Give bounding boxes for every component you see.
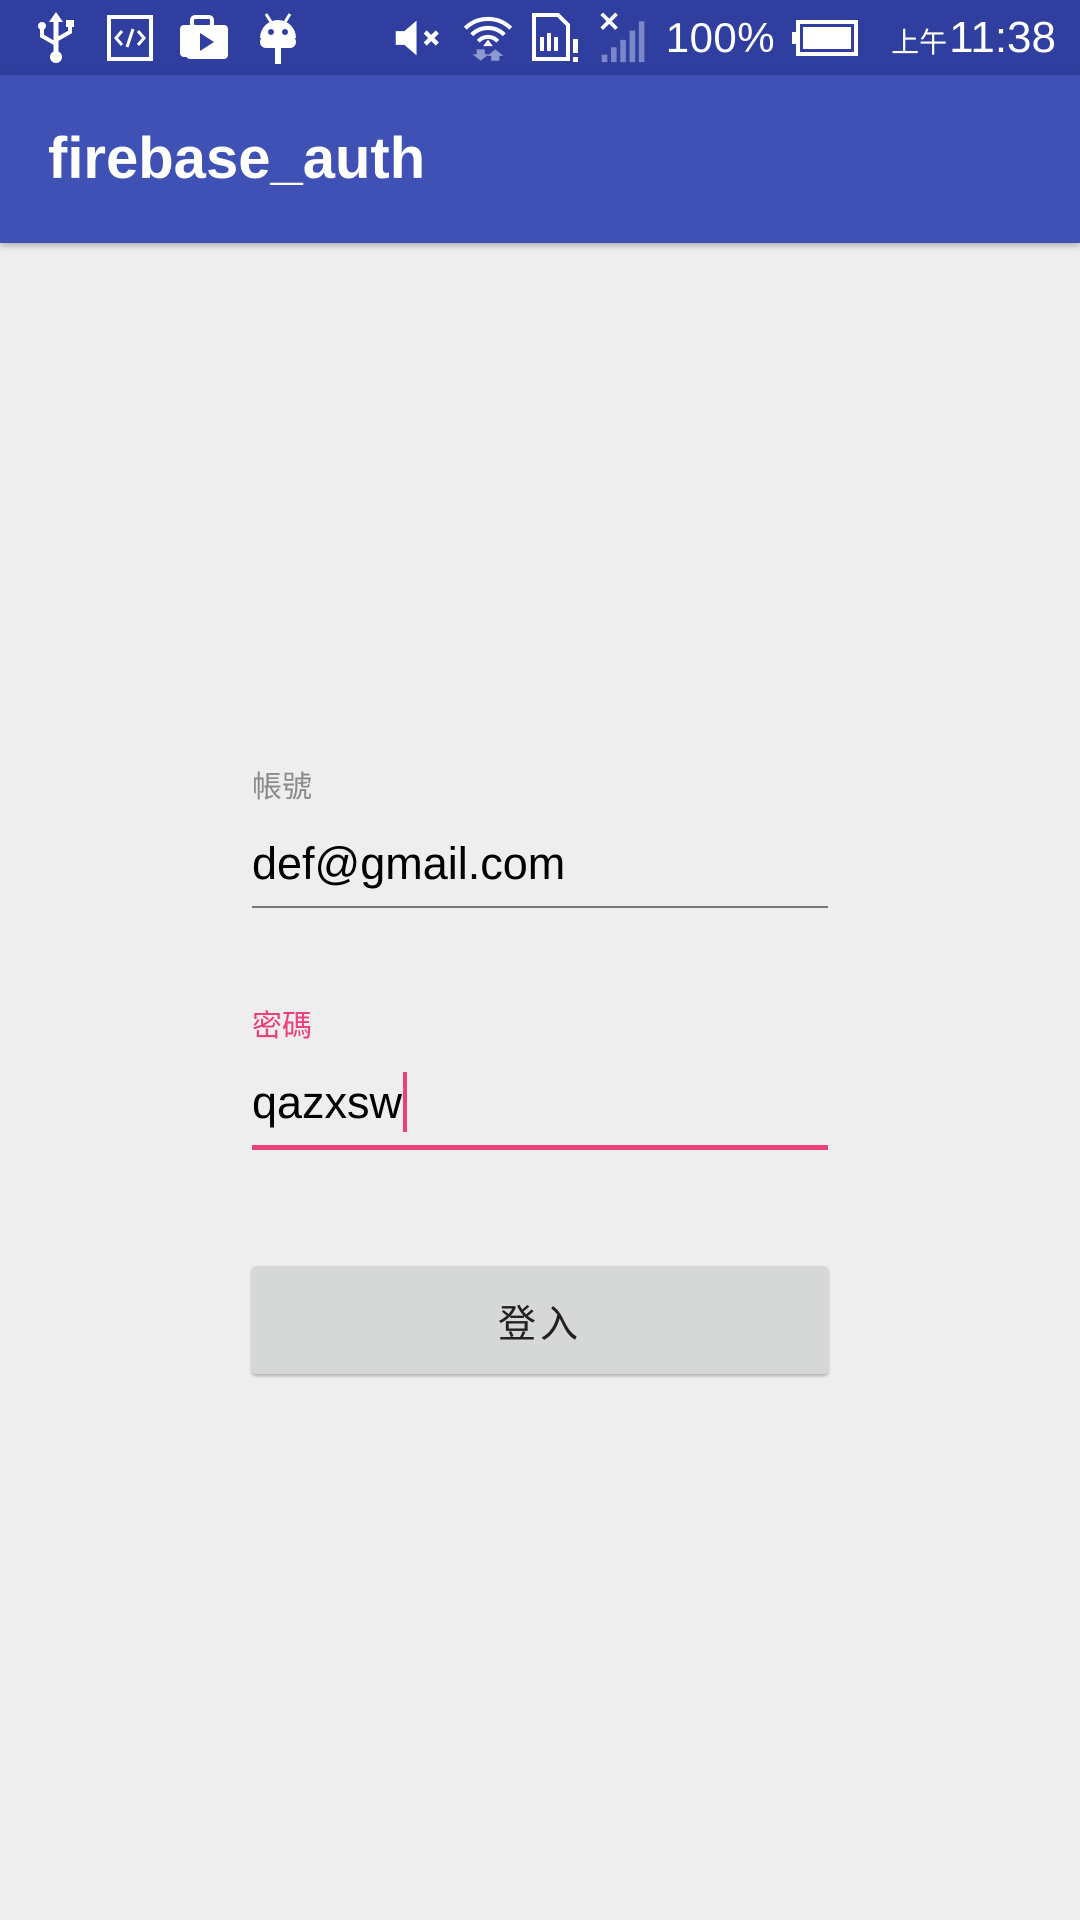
password-input[interactable]: qazxsw bbox=[252, 1071, 828, 1135]
android-icon bbox=[252, 12, 304, 64]
clock-ampm: 上午 bbox=[891, 27, 948, 58]
text-cursor bbox=[403, 1072, 408, 1133]
clock: 上午 11:38 bbox=[891, 13, 1056, 63]
play-store-icon bbox=[178, 12, 230, 64]
password-underline bbox=[252, 1145, 828, 1150]
mute-icon bbox=[394, 12, 446, 64]
wifi-icon bbox=[462, 12, 514, 64]
password-label: 密碼 bbox=[252, 1010, 312, 1043]
battery-icon bbox=[791, 12, 859, 64]
account-input[interactable]: def@gmail.com bbox=[252, 832, 828, 896]
no-signal-icon bbox=[598, 12, 650, 64]
account-field[interactable]: 帳號 def@gmail.com bbox=[252, 768, 828, 908]
account-underline bbox=[252, 906, 828, 908]
code-icon bbox=[104, 12, 156, 64]
sim-alert-icon bbox=[530, 12, 582, 64]
password-field[interactable]: 密碼 qazxsw bbox=[252, 1007, 828, 1150]
status-bar: 100% 上午 11:38 bbox=[0, 0, 1080, 75]
login-button[interactable]: 登入 bbox=[252, 1266, 828, 1374]
battery-percent: 100% bbox=[665, 14, 776, 61]
account-input-value: def@gmail.com bbox=[252, 838, 566, 889]
password-input-value: qazxsw bbox=[252, 1077, 403, 1128]
account-label: 帳號 bbox=[252, 771, 312, 804]
usb-icon bbox=[30, 12, 82, 64]
status-right-icons: 100% 上午 11:38 bbox=[394, 10, 1056, 66]
clock-time: 11:38 bbox=[949, 13, 1056, 62]
app-title: firebase_auth bbox=[48, 126, 426, 191]
app-bar: firebase_auth bbox=[0, 75, 1080, 243]
status-left-icons bbox=[30, 10, 304, 66]
